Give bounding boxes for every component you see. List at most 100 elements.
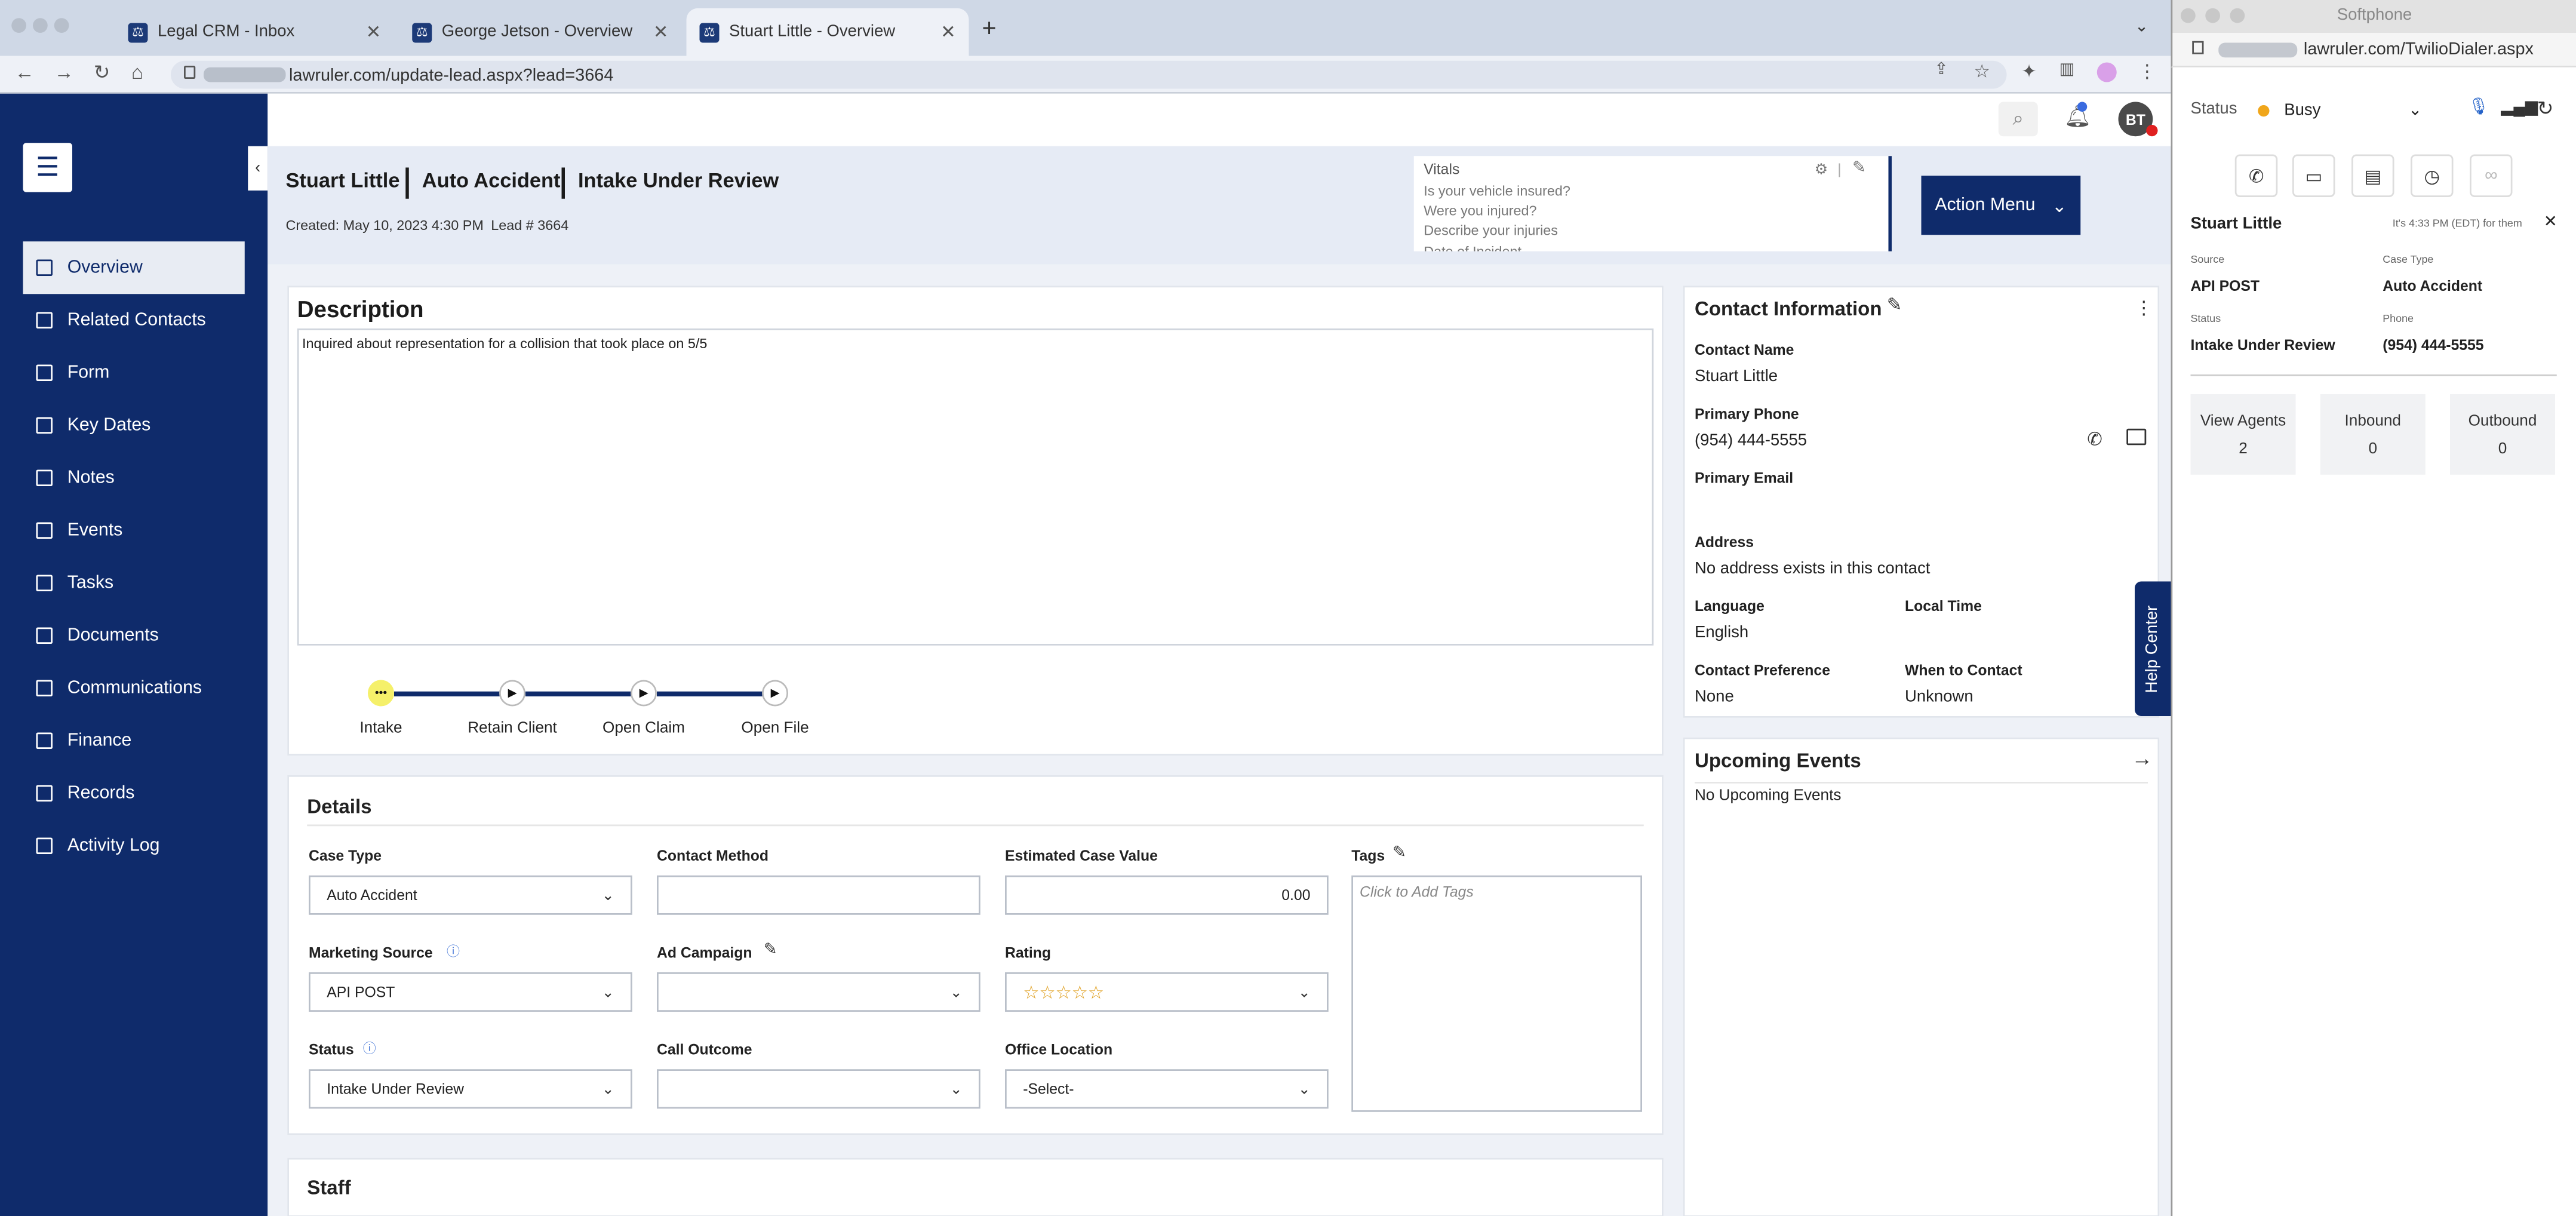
- refresh-icon[interactable]: ↻: [2537, 97, 2554, 120]
- pencil-icon[interactable]: ✎: [1852, 159, 1866, 177]
- ad-campaign-select[interactable]: ⌄: [657, 972, 980, 1012]
- sidebar-item-finance[interactable]: Finance: [23, 714, 245, 767]
- sidebar-item-related-contacts[interactable]: Related Contacts: [23, 294, 245, 346]
- busy-status-dot: [2258, 104, 2270, 116]
- voicemail-icon[interactable]: ∞: [2470, 154, 2513, 197]
- url-field[interactable]: lawruler.com/update-lead.aspx?lead=3664: [171, 60, 2007, 89]
- sidebar-item-label: Finance: [67, 730, 132, 751]
- info-icon[interactable]: ⓘ: [447, 943, 460, 961]
- softphone-status-select[interactable]: Busy ⌄: [2245, 90, 2435, 130]
- close-tab-icon[interactable]: ✕: [940, 22, 955, 43]
- browser-menu-icon[interactable]: ⋮: [2138, 61, 2156, 82]
- contact-method-input[interactable]: [657, 875, 980, 915]
- office-location-select[interactable]: -Select- ⌄: [1005, 1069, 1329, 1109]
- sidebar-item-tasks[interactable]: Tasks: [23, 557, 245, 609]
- call-icon[interactable]: ✆: [2234, 154, 2278, 197]
- chevron-down-icon: ⌄: [601, 1080, 614, 1097]
- sidebar-item-activity-log[interactable]: Activity Log: [23, 819, 245, 872]
- reload-icon[interactable]: ↻: [94, 61, 110, 84]
- chevron-down-icon: ⌄: [601, 886, 614, 903]
- browser-tab-stuart[interactable]: ⚖ Stuart Little - Overview ✕: [686, 8, 969, 56]
- browser-tab-george[interactable]: ⚖ George Jetson - Overview ✕: [399, 8, 681, 56]
- sidebar-item-overview[interactable]: Overview: [23, 241, 245, 294]
- sidebar-item-documents[interactable]: Documents: [23, 609, 245, 662]
- info-icon[interactable]: ⓘ: [363, 1040, 376, 1058]
- est-value-input[interactable]: 0.00: [1005, 875, 1329, 915]
- window-minimize-button[interactable]: [2205, 8, 2220, 23]
- window-zoom-button[interactable]: [2230, 8, 2245, 23]
- details-title: Details: [307, 795, 372, 818]
- vitals-question: Describe your injuries: [1424, 222, 1558, 239]
- case-type-select[interactable]: Auto Accident ⌄: [309, 875, 632, 915]
- window-minimize-button[interactable]: [33, 18, 48, 33]
- contact-name: Stuart Little: [1695, 368, 1778, 386]
- sidebar-item-notes[interactable]: Notes: [23, 452, 245, 504]
- sidebar-item-communications[interactable]: Communications: [23, 662, 245, 714]
- home-icon[interactable]: ⌂: [131, 61, 143, 84]
- rating-select[interactable]: ☆☆☆☆☆ ⌄: [1005, 972, 1329, 1012]
- action-menu-button[interactable]: Action Menu ⌄: [1921, 176, 2081, 235]
- est-value: 0.00: [1281, 887, 1311, 904]
- sidebar-item-label: Overview: [67, 257, 143, 278]
- profile-icon[interactable]: [2097, 62, 2117, 82]
- chat-icon: [36, 680, 53, 696]
- pencil-icon[interactable]: ✎: [764, 941, 777, 959]
- step-claim-dot[interactable]: ▶: [631, 680, 657, 707]
- box-label: View Agents: [2200, 411, 2286, 430]
- sidebar-item-key-dates[interactable]: Key Dates: [23, 399, 245, 452]
- hamburger-menu-icon[interactable]: ☰: [23, 143, 72, 192]
- window-zoom-button[interactable]: [54, 18, 69, 33]
- window-close-button[interactable]: [11, 18, 26, 33]
- language-label: Language: [1695, 598, 1765, 615]
- sidebar-item-form[interactable]: Form: [23, 346, 245, 399]
- arrow-right-icon[interactable]: →: [2132, 746, 2153, 770]
- extensions-icon[interactable]: ✦: [2021, 61, 2036, 82]
- forward-icon[interactable]: →: [54, 61, 74, 84]
- sidebar-item-records[interactable]: Records: [23, 767, 245, 819]
- window-close-button[interactable]: [2181, 8, 2196, 23]
- search-icon[interactable]: ⌕: [1998, 102, 2038, 137]
- lawruler-favicon-icon: ⚖: [128, 22, 148, 42]
- step-retain-dot[interactable]: ▶: [499, 680, 525, 707]
- microphone-icon[interactable]: 🎙︎: [2468, 99, 2489, 116]
- browser-tab-inbox[interactable]: ⚖ Legal CRM - Inbox ✕: [115, 8, 395, 56]
- sidepanel-icon[interactable]: ▥: [2059, 61, 2075, 79]
- tab-list-chevron-icon[interactable]: ⌄: [2135, 18, 2148, 36]
- chevron-down-icon: ⌄: [949, 1080, 963, 1097]
- marketing-source-select[interactable]: API POST ⌄: [309, 972, 632, 1012]
- more-options-icon[interactable]: ⋮: [2135, 297, 2153, 319]
- view-agents-box[interactable]: View Agents 2: [2190, 394, 2296, 475]
- history-clock-icon[interactable]: ◷: [2411, 154, 2454, 197]
- softphone-url-bar[interactable]: lawruler.com/TwilioDialer.aspx: [2171, 33, 2576, 67]
- collapse-sidebar-chevron-icon[interactable]: ‹: [248, 146, 268, 191]
- close-tab-icon[interactable]: ✕: [366, 22, 381, 43]
- new-tab-icon[interactable]: +: [982, 15, 997, 43]
- primary-phone-label: Primary Phone: [1695, 406, 1799, 422]
- phone-icon[interactable]: ✆: [2087, 429, 2102, 450]
- vitals-question: Is your vehicle insured?: [1424, 182, 1570, 199]
- status-select[interactable]: Intake Under Review ⌄: [309, 1069, 632, 1109]
- sidebar-item-events[interactable]: Events: [23, 504, 245, 557]
- step-file-dot[interactable]: ▶: [762, 680, 788, 707]
- pencil-icon[interactable]: ✎: [1887, 294, 1902, 315]
- message-icon[interactable]: ▭: [2292, 154, 2335, 197]
- call-outcome-select[interactable]: ⌄: [657, 1069, 980, 1109]
- bookmark-star-icon[interactable]: ☆: [1974, 61, 1990, 82]
- note-icon[interactable]: ▤: [2351, 154, 2394, 197]
- inbound-box[interactable]: Inbound 0: [2320, 394, 2426, 475]
- description-textarea[interactable]: Inquired about representation for a coll…: [297, 328, 1654, 646]
- share-icon[interactable]: ⇪: [1935, 61, 1948, 79]
- gear-icon[interactable]: ⚙: [1815, 161, 1828, 179]
- outbound-box[interactable]: Outbound 0: [2450, 394, 2555, 475]
- tags-input[interactable]: Click to Add Tags: [1351, 875, 1642, 1112]
- sp-status-label: Status: [2190, 314, 2221, 326]
- message-icon[interactable]: [2126, 428, 2147, 446]
- back-icon[interactable]: ←: [15, 61, 35, 84]
- close-tab-icon[interactable]: ✕: [653, 22, 668, 43]
- help-center-tab[interactable]: Help Center: [2135, 581, 2171, 716]
- step-intake-dot[interactable]: •••: [368, 680, 394, 707]
- pencil-icon[interactable]: ✎: [1392, 845, 1406, 862]
- tags-label: Tags: [1351, 847, 1385, 864]
- close-icon[interactable]: ✕: [2544, 214, 2557, 232]
- sidebar-item-label: Documents: [67, 625, 159, 646]
